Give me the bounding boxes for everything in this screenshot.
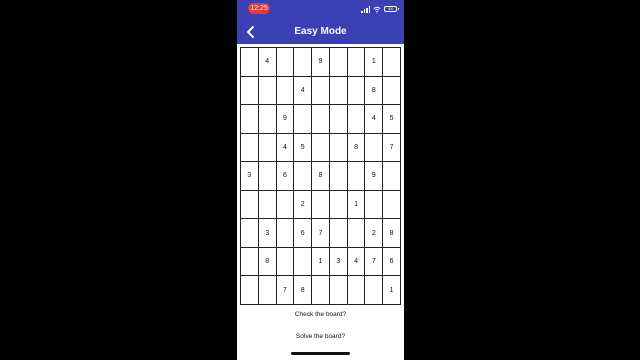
sudoku-cell[interactable] [383,76,401,106]
app-bar: 12:25 84 Easy Mode [237,0,404,44]
sudoku-cell[interactable] [383,190,401,220]
sudoku-cell[interactable]: 4 [258,48,277,77]
sudoku-cell[interactable]: 4 [294,76,313,106]
home-indicator [291,352,350,355]
sudoku-cell[interactable] [329,276,348,305]
sudoku-cell[interactable] [258,162,277,191]
sudoku-cell[interactable]: 7 [383,133,401,163]
sudoku-cell[interactable] [329,162,348,191]
sudoku-cell[interactable] [294,48,313,77]
sudoku-cell[interactable] [294,162,313,191]
sudoku-cell[interactable] [241,219,259,248]
sudoku-cell[interactable]: 4 [347,247,366,277]
sudoku-cell[interactable]: 8 [383,219,401,248]
sudoku-cell[interactable] [383,162,401,191]
status-time: 12:25 [248,3,270,14]
sudoku-cell[interactable] [276,247,295,277]
solve-board-button[interactable]: Solve the board? [237,333,404,340]
sudoku-cell[interactable] [329,48,348,77]
sudoku-cell[interactable] [312,133,330,163]
sudoku-cell[interactable]: 7 [365,247,384,277]
sudoku-cell[interactable]: 8 [347,133,366,163]
sudoku-cell[interactable] [276,48,295,77]
sudoku-cell[interactable] [241,190,259,220]
sudoku-cell[interactable]: 9 [276,105,295,134]
sudoku-cell[interactable] [258,276,277,305]
sudoku-cell[interactable]: 9 [312,48,330,77]
sudoku-cell[interactable]: 8 [258,247,277,277]
sudoku-cell[interactable]: 5 [294,133,313,163]
sudoku-cell[interactable] [241,48,259,77]
battery-icon: 84 [384,6,399,12]
sudoku-cell[interactable] [347,276,366,305]
sudoku-cell[interactable]: 7 [276,276,295,305]
sudoku-cell[interactable] [347,162,366,191]
sudoku-cell[interactable]: 9 [365,162,384,191]
sudoku-board: 49148945458736892136728813476781 [240,47,401,305]
sudoku-cell[interactable]: 1 [312,247,330,277]
sudoku-cell[interactable]: 8 [365,76,384,106]
sudoku-cell[interactable] [312,276,330,305]
sudoku-cell[interactable]: 6 [383,247,401,277]
check-board-button[interactable]: Check the board? [237,311,404,318]
sudoku-cell[interactable] [365,190,384,220]
sudoku-cell[interactable]: 3 [241,162,259,191]
sudoku-cell[interactable] [258,105,277,134]
wifi-icon [373,6,381,13]
status-icons: 84 [361,4,399,14]
sudoku-cell[interactable] [241,76,259,106]
sudoku-cell[interactable] [241,247,259,277]
sudoku-cell[interactable] [347,105,366,134]
sudoku-cell[interactable]: 6 [294,219,313,248]
sudoku-cell[interactable]: 1 [347,190,366,220]
sudoku-cell[interactable] [276,219,295,248]
sudoku-cell[interactable] [258,190,277,220]
signal-icon [361,5,370,13]
sudoku-cell[interactable]: 2 [294,190,313,220]
sudoku-cell[interactable]: 2 [365,219,384,248]
sudoku-cell[interactable]: 6 [276,162,295,191]
sudoku-cell[interactable] [294,247,313,277]
sudoku-cell[interactable] [329,190,348,220]
sudoku-cell[interactable] [241,133,259,163]
sudoku-cell[interactable] [276,190,295,220]
sudoku-cell[interactable] [312,105,330,134]
battery-level: 84 [388,6,393,11]
sudoku-cell[interactable]: 7 [312,219,330,248]
sudoku-cell[interactable]: 4 [365,105,384,134]
sudoku-cell[interactable] [258,76,277,106]
sudoku-cell[interactable] [241,105,259,134]
sudoku-cell[interactable] [312,76,330,106]
sudoku-cell[interactable]: 8 [294,276,313,305]
sudoku-cell[interactable]: 8 [312,162,330,191]
sudoku-cell[interactable]: 5 [383,105,401,134]
sudoku-cell[interactable] [241,276,259,305]
sudoku-cell[interactable] [258,133,277,163]
sudoku-cell[interactable] [312,190,330,220]
sudoku-cell[interactable] [329,219,348,248]
back-chevron-icon[interactable] [245,25,257,39]
sudoku-cell[interactable] [365,133,384,163]
phone-screen: 12:25 84 Easy Mode 491489454587368921367… [237,0,404,360]
sudoku-cell[interactable]: 3 [329,247,348,277]
sudoku-cell[interactable] [276,76,295,106]
sudoku-cell[interactable] [347,219,366,248]
sudoku-cell[interactable]: 3 [258,219,277,248]
sudoku-cell[interactable]: 1 [383,276,401,305]
sudoku-cell[interactable] [329,76,348,106]
sudoku-cell[interactable]: 1 [365,48,384,77]
sudoku-cell[interactable]: 4 [276,133,295,163]
sudoku-cell[interactable] [347,48,366,77]
sudoku-cell[interactable] [329,133,348,163]
sudoku-cell[interactable] [347,76,366,106]
sudoku-cell[interactable] [365,276,384,305]
sudoku-cell[interactable] [329,105,348,134]
sudoku-cell[interactable] [294,105,313,134]
sudoku-cell[interactable] [383,48,401,77]
page-title: Easy Mode [294,26,347,37]
status-bar: 12:25 84 [237,0,404,18]
